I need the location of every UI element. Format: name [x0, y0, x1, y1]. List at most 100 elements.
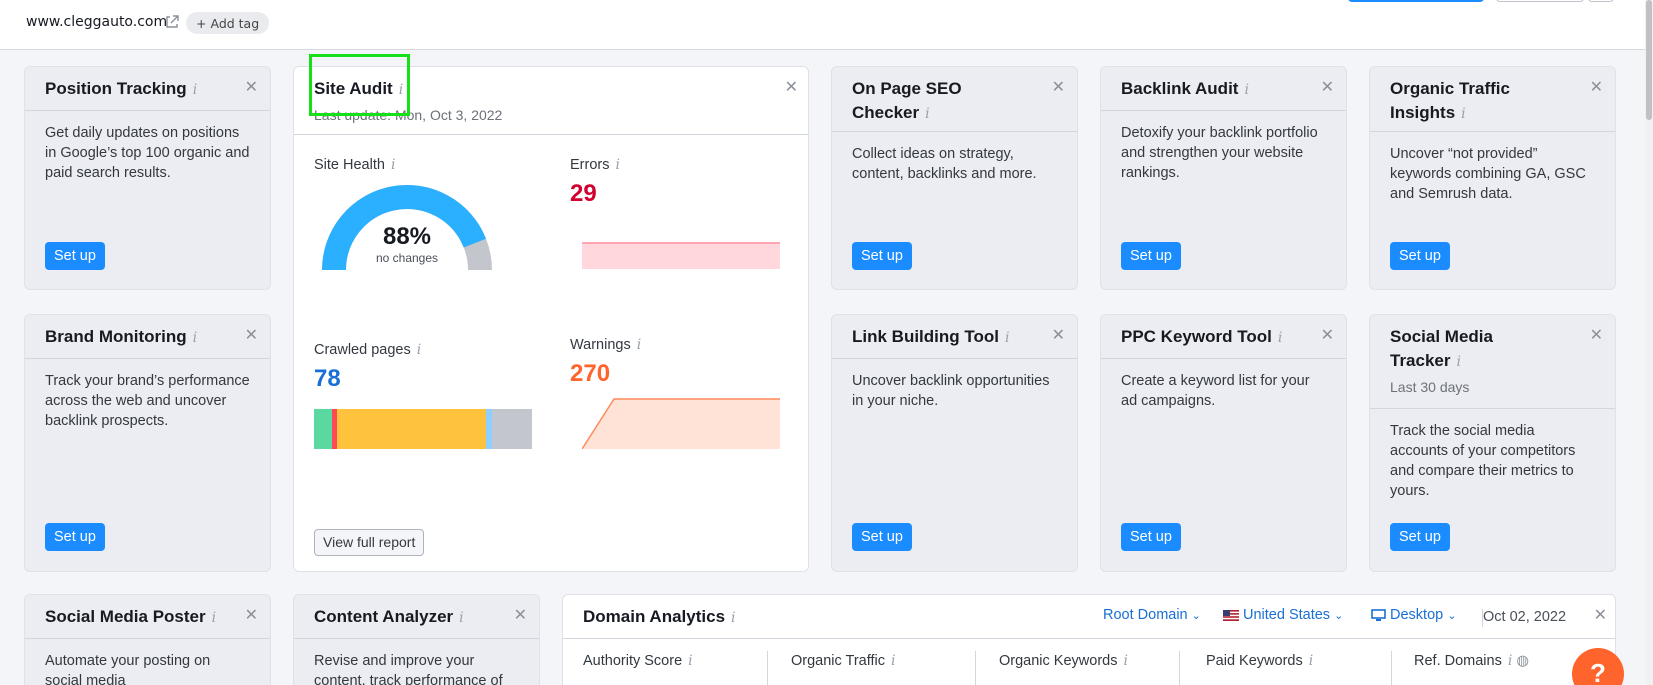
close-icon[interactable]: ✕	[245, 325, 258, 345]
info-icon[interactable]: i	[1457, 354, 1461, 370]
errors-trend-chart	[582, 242, 780, 269]
info-icon[interactable]: i	[1461, 106, 1465, 122]
info-icon[interactable]: i	[925, 106, 929, 122]
card-title-line1: Social Media	[1390, 327, 1493, 346]
external-link-icon[interactable]	[164, 14, 180, 30]
divider	[1391, 651, 1392, 685]
setup-button[interactable]: Set up	[852, 523, 912, 551]
card-header: Content Analyzer i ✕	[294, 595, 539, 639]
card-title: Social Media Poster	[45, 607, 206, 626]
info-icon[interactable]: i	[1278, 330, 1282, 346]
warnings-trend-chart	[582, 398, 780, 449]
project-domain[interactable]: www.cleggauto.com	[26, 14, 167, 30]
close-icon[interactable]: ✕	[1594, 605, 1607, 625]
scrollbar-thumb[interactable]	[1646, 0, 1652, 120]
info-icon[interactable]: i	[193, 82, 197, 98]
crawled-pages-label: Crawled pages i	[314, 342, 422, 358]
errors-label: Errors i	[570, 157, 620, 173]
card-title[interactable]: Site Audit	[314, 79, 393, 98]
close-icon[interactable]: ✕	[1321, 325, 1334, 345]
authority-score-header: Authority Score i	[583, 653, 693, 669]
warnings-label: Warnings i	[570, 337, 642, 353]
site-health-note: no changes	[375, 251, 439, 265]
info-icon[interactable]: i	[1508, 653, 1512, 669]
close-icon[interactable]: ✕	[1590, 77, 1603, 97]
help-button[interactable]: ?	[1572, 648, 1624, 685]
info-icon[interactable]: i	[1123, 653, 1127, 669]
organic-keywords-header: Organic Keywords i	[999, 653, 1128, 669]
setup-button[interactable]: Set up	[852, 242, 912, 270]
close-icon[interactable]: ✕	[514, 605, 527, 625]
last-update: Last update: Mon, Oct 3, 2022	[314, 107, 503, 123]
top-more-button[interactable]	[1588, 0, 1614, 2]
info-icon[interactable]: i	[399, 82, 403, 98]
country-label: United States	[1243, 607, 1331, 623]
card-header: Brand Monitoring i ✕	[25, 315, 270, 359]
card-description: Automate your posting on social media	[45, 653, 211, 685]
device-dropdown[interactable]: Desktop ⌄	[1371, 607, 1456, 623]
info-icon[interactable]: i	[1244, 82, 1248, 98]
divider	[767, 651, 768, 685]
close-icon[interactable]: ✕	[1052, 325, 1065, 345]
top-primary-button[interactable]	[1348, 0, 1484, 2]
info-icon[interactable]: i	[1005, 330, 1009, 346]
info-icon[interactable]: i	[193, 330, 197, 346]
card-header: Site Audit i Last update: Mon, Oct 3, 202…	[294, 67, 808, 135]
setup-button[interactable]: Set up	[1121, 242, 1181, 270]
position-tracking-card: Position Tracking i ✕ Get daily updates o…	[24, 66, 271, 290]
crawled-pages-bar	[314, 409, 532, 449]
card-header: PPC Keyword Tool i ✕	[1101, 315, 1346, 359]
card-description: Collect ideas on strategy, content, back…	[852, 146, 1037, 182]
card-description: Detoxify your backlink portfolio and str…	[1121, 125, 1318, 181]
card-description: Track the social media accounts of your …	[1390, 423, 1576, 499]
card-title: Content Analyzer	[314, 607, 454, 626]
date-label: Oct 02, 2022	[1483, 609, 1567, 625]
info-icon[interactable]: i	[891, 653, 895, 669]
country-dropdown[interactable]: United States ⌄	[1223, 607, 1343, 623]
card-title: Backlink Audit	[1121, 79, 1239, 98]
top-secondary-button[interactable]	[1496, 0, 1584, 2]
add-tag-button[interactable]: + Add tag	[186, 12, 270, 34]
info-icon[interactable]: i	[615, 157, 619, 173]
card-title-line2: Tracker	[1390, 351, 1451, 370]
site-health-value: 88%	[382, 223, 432, 250]
card-header: Domain Analytics i Root Domain ⌄ United S…	[563, 595, 1615, 639]
close-icon[interactable]: ✕	[245, 77, 258, 97]
card-title: Link Building Tool	[852, 327, 999, 346]
card-title-line2: Checker	[852, 103, 920, 122]
close-icon[interactable]: ✕	[785, 77, 798, 97]
info-icon[interactable]: i	[688, 653, 692, 669]
warnings-value[interactable]: 270	[570, 360, 610, 388]
setup-button[interactable]: Set up	[1390, 523, 1450, 551]
crawled-pages-value[interactable]: 78	[314, 365, 341, 393]
close-icon[interactable]: ✕	[1321, 77, 1334, 97]
close-icon[interactable]: ✕	[1590, 325, 1603, 345]
info-icon[interactable]: i	[459, 610, 463, 626]
info-icon[interactable]: i	[212, 610, 216, 626]
view-full-report-button[interactable]: View full report	[314, 529, 425, 556]
brand-monitoring-card: Brand Monitoring i ✕ Track your brand’s p…	[24, 314, 271, 572]
setup-button[interactable]: Set up	[1390, 242, 1450, 270]
setup-button[interactable]: Set up	[45, 242, 105, 270]
paid-keywords-header: Paid Keywords i	[1206, 653, 1314, 669]
chevron-down-icon: ⌄	[1334, 609, 1344, 622]
card-description: Revise and improve your content, track p…	[314, 653, 503, 685]
ref-domains-header: Ref. Domains i ◍	[1414, 653, 1529, 669]
info-icon[interactable]: i	[1309, 653, 1313, 669]
info-icon[interactable]: i	[731, 610, 735, 626]
close-icon[interactable]: ✕	[1052, 77, 1065, 97]
card-title-line1: Organic Traffic	[1390, 79, 1510, 98]
card-title: Brand Monitoring	[45, 327, 187, 346]
link-building-tool-card: Link Building Tool i ✕ Uncover backlink o…	[831, 314, 1078, 572]
card-description: Uncover backlink opportunities in your n…	[852, 373, 1050, 409]
errors-value[interactable]: 29	[570, 180, 597, 208]
card-header: Organic Traffic Insights i ✕	[1370, 67, 1615, 132]
close-icon[interactable]: ✕	[245, 605, 258, 625]
info-icon[interactable]: i	[417, 342, 421, 358]
card-subtitle: Last 30 days	[1390, 379, 1470, 395]
info-icon[interactable]: i	[637, 337, 641, 353]
info-icon[interactable]: i	[391, 157, 395, 173]
root-domain-dropdown[interactable]: Root Domain ⌄	[1103, 607, 1201, 623]
setup-button[interactable]: Set up	[45, 523, 105, 551]
setup-button[interactable]: Set up	[1121, 523, 1181, 551]
